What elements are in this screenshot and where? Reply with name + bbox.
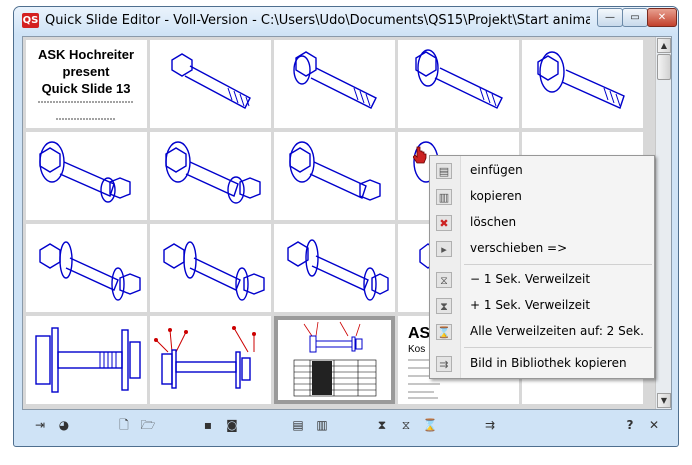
menu-item-label: Bild in Bibliothek kopieren <box>470 356 627 370</box>
globe-icon[interactable]: ◕ <box>56 417 72 433</box>
hand-cursor-icon <box>413 146 427 164</box>
slide-thumbnail[interactable] <box>150 40 271 128</box>
menu-item-label: kopieren <box>470 189 522 203</box>
hourglass-icon[interactable]: ⌛ <box>422 417 438 433</box>
menu-item-all-2s[interactable]: ⌛ Alle Verweilzeiten auf: 2 Sek. <box>432 320 652 344</box>
menu-item-label: löschen <box>470 215 517 229</box>
title-line-2: present <box>63 64 111 79</box>
scroll-down-icon[interactable]: ▼ <box>657 393 671 408</box>
hourglass-minus-icon[interactable]: ⧖ <box>398 417 414 433</box>
move-icon: ▸ <box>436 241 452 257</box>
insert-slide-icon[interactable]: ▤ <box>290 417 306 433</box>
slide-thumbnail[interactable] <box>150 316 271 404</box>
delete-icon: ✖ <box>436 215 452 231</box>
slide-thumbnail[interactable] <box>522 40 643 128</box>
selected-slide-thumbnail[interactable] <box>274 316 395 404</box>
slide-thumbnail[interactable] <box>274 224 395 312</box>
close-icon[interactable]: ✕ <box>646 417 662 433</box>
title-line-3: Quick Slide 13 <box>42 81 131 96</box>
close-button[interactable]: ✕ <box>647 8 677 27</box>
menu-separator <box>464 264 652 265</box>
window-title: Quick Slide Editor - Voll-Version - C:\U… <box>45 13 590 28</box>
slide-thumbnail[interactable] <box>26 132 147 220</box>
help-icon[interactable]: ? <box>622 417 638 433</box>
slide-thumbnail[interactable] <box>398 40 519 128</box>
menu-item-plus-1s[interactable]: ⧗ + 1 Sek. Verweilzeit <box>432 294 652 318</box>
menu-item-label: einfügen <box>470 163 523 177</box>
hourglass-plus-icon[interactable]: ⧗ <box>374 417 390 433</box>
library-copy-icon[interactable]: ⇉ <box>482 417 498 433</box>
insert-icon: ▤ <box>436 163 452 179</box>
menu-item-label: − 1 Sek. Verweilzeit <box>470 272 591 286</box>
new-file-icon[interactable]: 🗋 <box>116 417 132 433</box>
maximize-button[interactable]: ▭ <box>622 8 648 27</box>
slide-thumbnail[interactable] <box>26 316 147 404</box>
vertical-scrollbar[interactable]: ▲ ▼ <box>655 37 671 409</box>
hourglass-plus-icon: ⧗ <box>436 298 452 314</box>
menu-item-label: Alle Verweilzeiten auf: 2 Sek. <box>470 324 644 338</box>
menu-item-minus-1s[interactable]: ⧖ − 1 Sek. Verweilzeit <box>432 268 652 292</box>
slide-thumbnail[interactable] <box>150 224 271 312</box>
hourglass-minus-icon: ⧖ <box>436 272 452 288</box>
menu-item-move[interactable]: ▸ verschieben => <box>432 237 652 261</box>
library-copy-icon: ⇉ <box>436 356 452 372</box>
menu-item-copy-to-library[interactable]: ⇉ Bild in Bibliothek kopieren <box>432 352 652 376</box>
slide-thumbnail[interactable] <box>150 132 271 220</box>
menu-item-delete[interactable]: ✖ löschen <box>432 211 652 235</box>
menu-separator <box>464 347 652 348</box>
open-folder-icon[interactable]: 🗁 <box>140 417 156 433</box>
menu-item-label: verschieben => <box>470 241 568 255</box>
scrollbar-thumb[interactable] <box>657 54 671 80</box>
slide-thumbnail[interactable]: ASK Hochreiter present Quick Slide 13 <box>26 40 147 128</box>
bottom-toolbar: ⇥ ◕ 🗋 🗁 ▪ ◙ ▤ ▥ ⧗ ⧖ ⌛ ⇉ ? ✕ <box>22 410 672 442</box>
copy-icon: ▥ <box>436 189 452 205</box>
partial-slide-subheading: Kos <box>408 344 425 355</box>
title-bar[interactable]: QS Quick Slide Editor - Voll-Version - C… <box>14 7 678 35</box>
scroll-up-icon[interactable]: ▲ <box>657 38 671 53</box>
copy-slide-icon[interactable]: ▥ <box>314 417 330 433</box>
title-line-1: ASK Hochreiter <box>38 47 134 62</box>
save-icon[interactable]: ▪ <box>200 417 216 433</box>
menu-item-copy[interactable]: ▥ kopieren <box>432 185 652 209</box>
slide-thumbnail[interactable] <box>274 40 395 128</box>
minimize-button[interactable]: — <box>597 8 623 27</box>
hourglass-icon: ⌛ <box>436 324 452 340</box>
slide-thumbnail[interactable] <box>274 132 395 220</box>
menu-item-insert[interactable]: ▤ einfügen <box>432 159 652 183</box>
app-logo: QS <box>22 13 39 28</box>
save-as-icon[interactable]: ◙ <box>224 417 240 433</box>
context-menu: ▤ einfügen ▥ kopieren ✖ löschen ▸ versch… <box>429 155 655 379</box>
slide-thumbnail[interactable] <box>26 224 147 312</box>
menu-item-label: + 1 Sek. Verweilzeit <box>470 298 591 312</box>
exit-icon[interactable]: ⇥ <box>32 417 48 433</box>
